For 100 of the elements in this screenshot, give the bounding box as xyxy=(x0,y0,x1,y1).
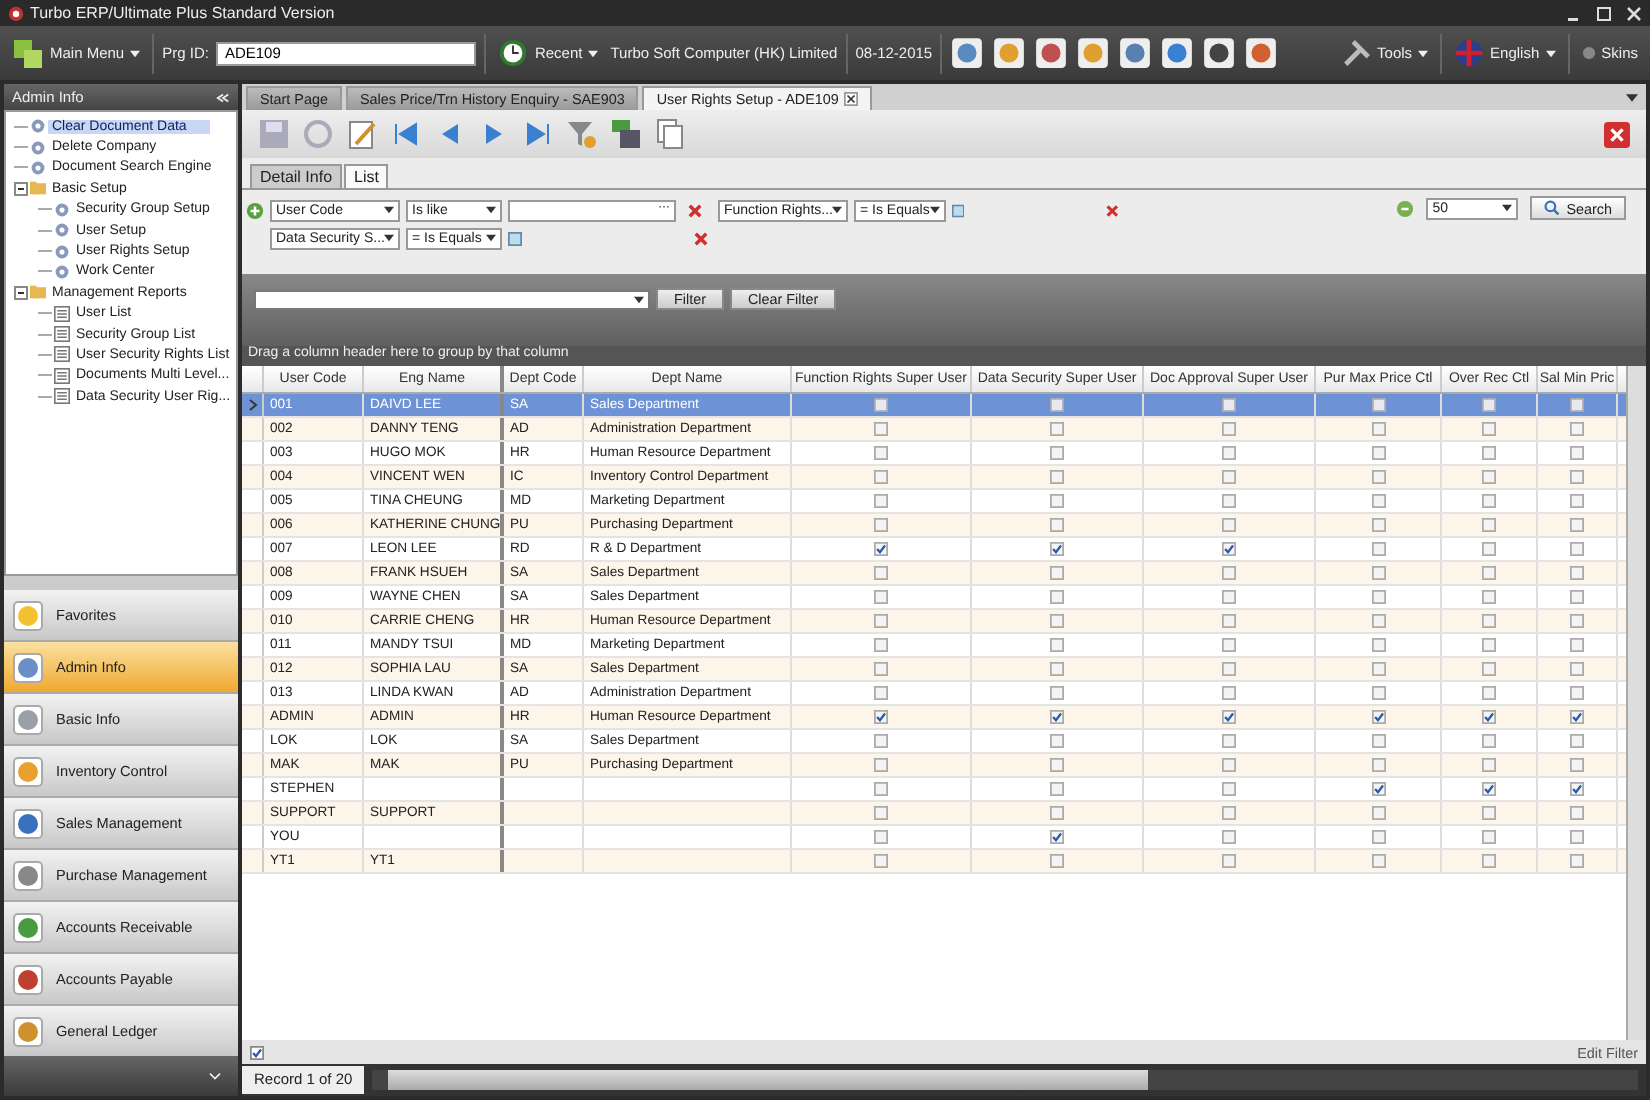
checkbox[interactable] xyxy=(1570,830,1584,844)
checkbox[interactable] xyxy=(1482,614,1496,628)
checkbox[interactable] xyxy=(1050,830,1064,844)
checkbox[interactable] xyxy=(874,566,888,580)
collapse-panel-icon[interactable] xyxy=(216,91,230,103)
checkbox[interactable] xyxy=(874,782,888,796)
checkbox[interactable] xyxy=(1482,518,1496,532)
checkbox[interactable] xyxy=(1570,422,1584,436)
checkbox[interactable] xyxy=(1371,614,1385,628)
checkbox[interactable] xyxy=(1482,806,1496,820)
close-icon[interactable] xyxy=(844,92,859,106)
checkbox[interactable] xyxy=(874,830,888,844)
checkbox[interactable] xyxy=(1482,710,1496,724)
dropdown-arrow-icon[interactable] xyxy=(1626,94,1638,102)
checkbox[interactable] xyxy=(1222,446,1236,460)
checkbox[interactable] xyxy=(1050,542,1064,556)
checkbox[interactable] xyxy=(1482,830,1496,844)
checkbox[interactable] xyxy=(874,614,888,628)
checkbox[interactable] xyxy=(1050,518,1064,532)
checkbox[interactable] xyxy=(1371,782,1385,796)
checkbox[interactable] xyxy=(1050,470,1064,484)
checkbox[interactable] xyxy=(874,518,888,532)
checkbox[interactable] xyxy=(874,398,888,412)
checkbox[interactable] xyxy=(1371,830,1385,844)
checkbox[interactable] xyxy=(1570,446,1584,460)
checkbox[interactable] xyxy=(1570,542,1584,556)
checkbox[interactable] xyxy=(1570,710,1584,724)
checkbox[interactable] xyxy=(1570,518,1584,532)
checkbox[interactable] xyxy=(1050,614,1064,628)
checkbox[interactable] xyxy=(1222,854,1236,868)
checkbox[interactable] xyxy=(874,638,888,652)
checkbox[interactable] xyxy=(874,422,888,436)
checkbox[interactable] xyxy=(1222,422,1236,436)
checkbox[interactable] xyxy=(1050,710,1064,724)
checkbox[interactable] xyxy=(1570,614,1584,628)
checkbox[interactable] xyxy=(874,806,888,820)
checkbox[interactable] xyxy=(1222,734,1236,748)
checkbox[interactable] xyxy=(1570,806,1584,820)
first-icon[interactable] xyxy=(390,118,422,150)
checkbox[interactable] xyxy=(874,470,888,484)
checkbox[interactable] xyxy=(1371,470,1385,484)
checkbox[interactable] xyxy=(874,758,888,772)
checkbox[interactable] xyxy=(1050,854,1064,868)
checkbox[interactable] xyxy=(1050,446,1064,460)
filter-icon[interactable] xyxy=(566,118,598,150)
checkbox[interactable] xyxy=(874,494,888,508)
view-tab[interactable]: Detail Info xyxy=(250,164,343,188)
checkbox[interactable] xyxy=(1482,662,1496,676)
copy-icon[interactable] xyxy=(654,118,686,150)
checkbox[interactable] xyxy=(1482,590,1496,604)
checkbox[interactable] xyxy=(874,854,888,868)
checkbox[interactable] xyxy=(1050,758,1064,772)
checkbox[interactable] xyxy=(1570,590,1584,604)
remove-icon[interactable] xyxy=(688,203,702,217)
checkbox[interactable] xyxy=(1371,446,1385,460)
checkbox[interactable] xyxy=(1222,830,1236,844)
checkbox[interactable] xyxy=(1371,686,1385,700)
checkbox[interactable] xyxy=(1050,734,1064,748)
splitter-handle[interactable] xyxy=(4,576,238,590)
checkbox[interactable] xyxy=(1222,614,1236,628)
checkbox[interactable] xyxy=(1482,782,1496,796)
checkbox[interactable] xyxy=(1570,470,1584,484)
save-icon[interactable] xyxy=(258,118,290,150)
checkbox[interactable] xyxy=(1371,590,1385,604)
chevron-down-icon[interactable] xyxy=(208,1071,222,1081)
checkbox[interactable] xyxy=(1222,686,1236,700)
maximize-icon[interactable] xyxy=(1596,5,1612,21)
checkbox[interactable] xyxy=(1570,494,1584,508)
checkbox[interactable] xyxy=(1050,494,1064,508)
value-checkbox[interactable] xyxy=(951,203,965,217)
checkbox[interactable] xyxy=(1371,710,1385,724)
checkbox[interactable] xyxy=(1482,542,1496,556)
checkbox[interactable] xyxy=(1371,494,1385,508)
checkbox[interactable] xyxy=(1222,782,1236,796)
checkbox[interactable] xyxy=(1570,734,1584,748)
checkbox[interactable] xyxy=(1222,806,1236,820)
checkbox[interactable] xyxy=(1482,470,1496,484)
checkbox[interactable] xyxy=(1222,590,1236,604)
checkbox[interactable] xyxy=(1482,734,1496,748)
checkbox[interactable] xyxy=(874,542,888,556)
checkbox[interactable] xyxy=(1222,566,1236,580)
checkbox[interactable] xyxy=(1570,662,1584,676)
checkbox[interactable] xyxy=(1222,758,1236,772)
horizontal-scrollbar[interactable] xyxy=(372,1070,1638,1090)
checkbox[interactable] xyxy=(1371,422,1385,436)
remove-icon[interactable] xyxy=(1105,203,1118,217)
checkbox[interactable] xyxy=(1371,854,1385,868)
checkbox[interactable] xyxy=(1482,566,1496,580)
checkbox[interactable] xyxy=(1570,398,1584,412)
checkbox[interactable] xyxy=(1482,758,1496,772)
checkbox[interactable] xyxy=(1371,662,1385,676)
checkbox[interactable] xyxy=(1482,686,1496,700)
checkbox[interactable] xyxy=(1222,470,1236,484)
checkbox[interactable] xyxy=(1371,734,1385,748)
checkbox[interactable] xyxy=(1222,710,1236,724)
checkbox[interactable] xyxy=(1482,422,1496,436)
checkbox[interactable] xyxy=(1050,782,1064,796)
checkbox[interactable] xyxy=(1570,758,1584,772)
checkbox[interactable] xyxy=(874,446,888,460)
checkbox[interactable] xyxy=(874,686,888,700)
